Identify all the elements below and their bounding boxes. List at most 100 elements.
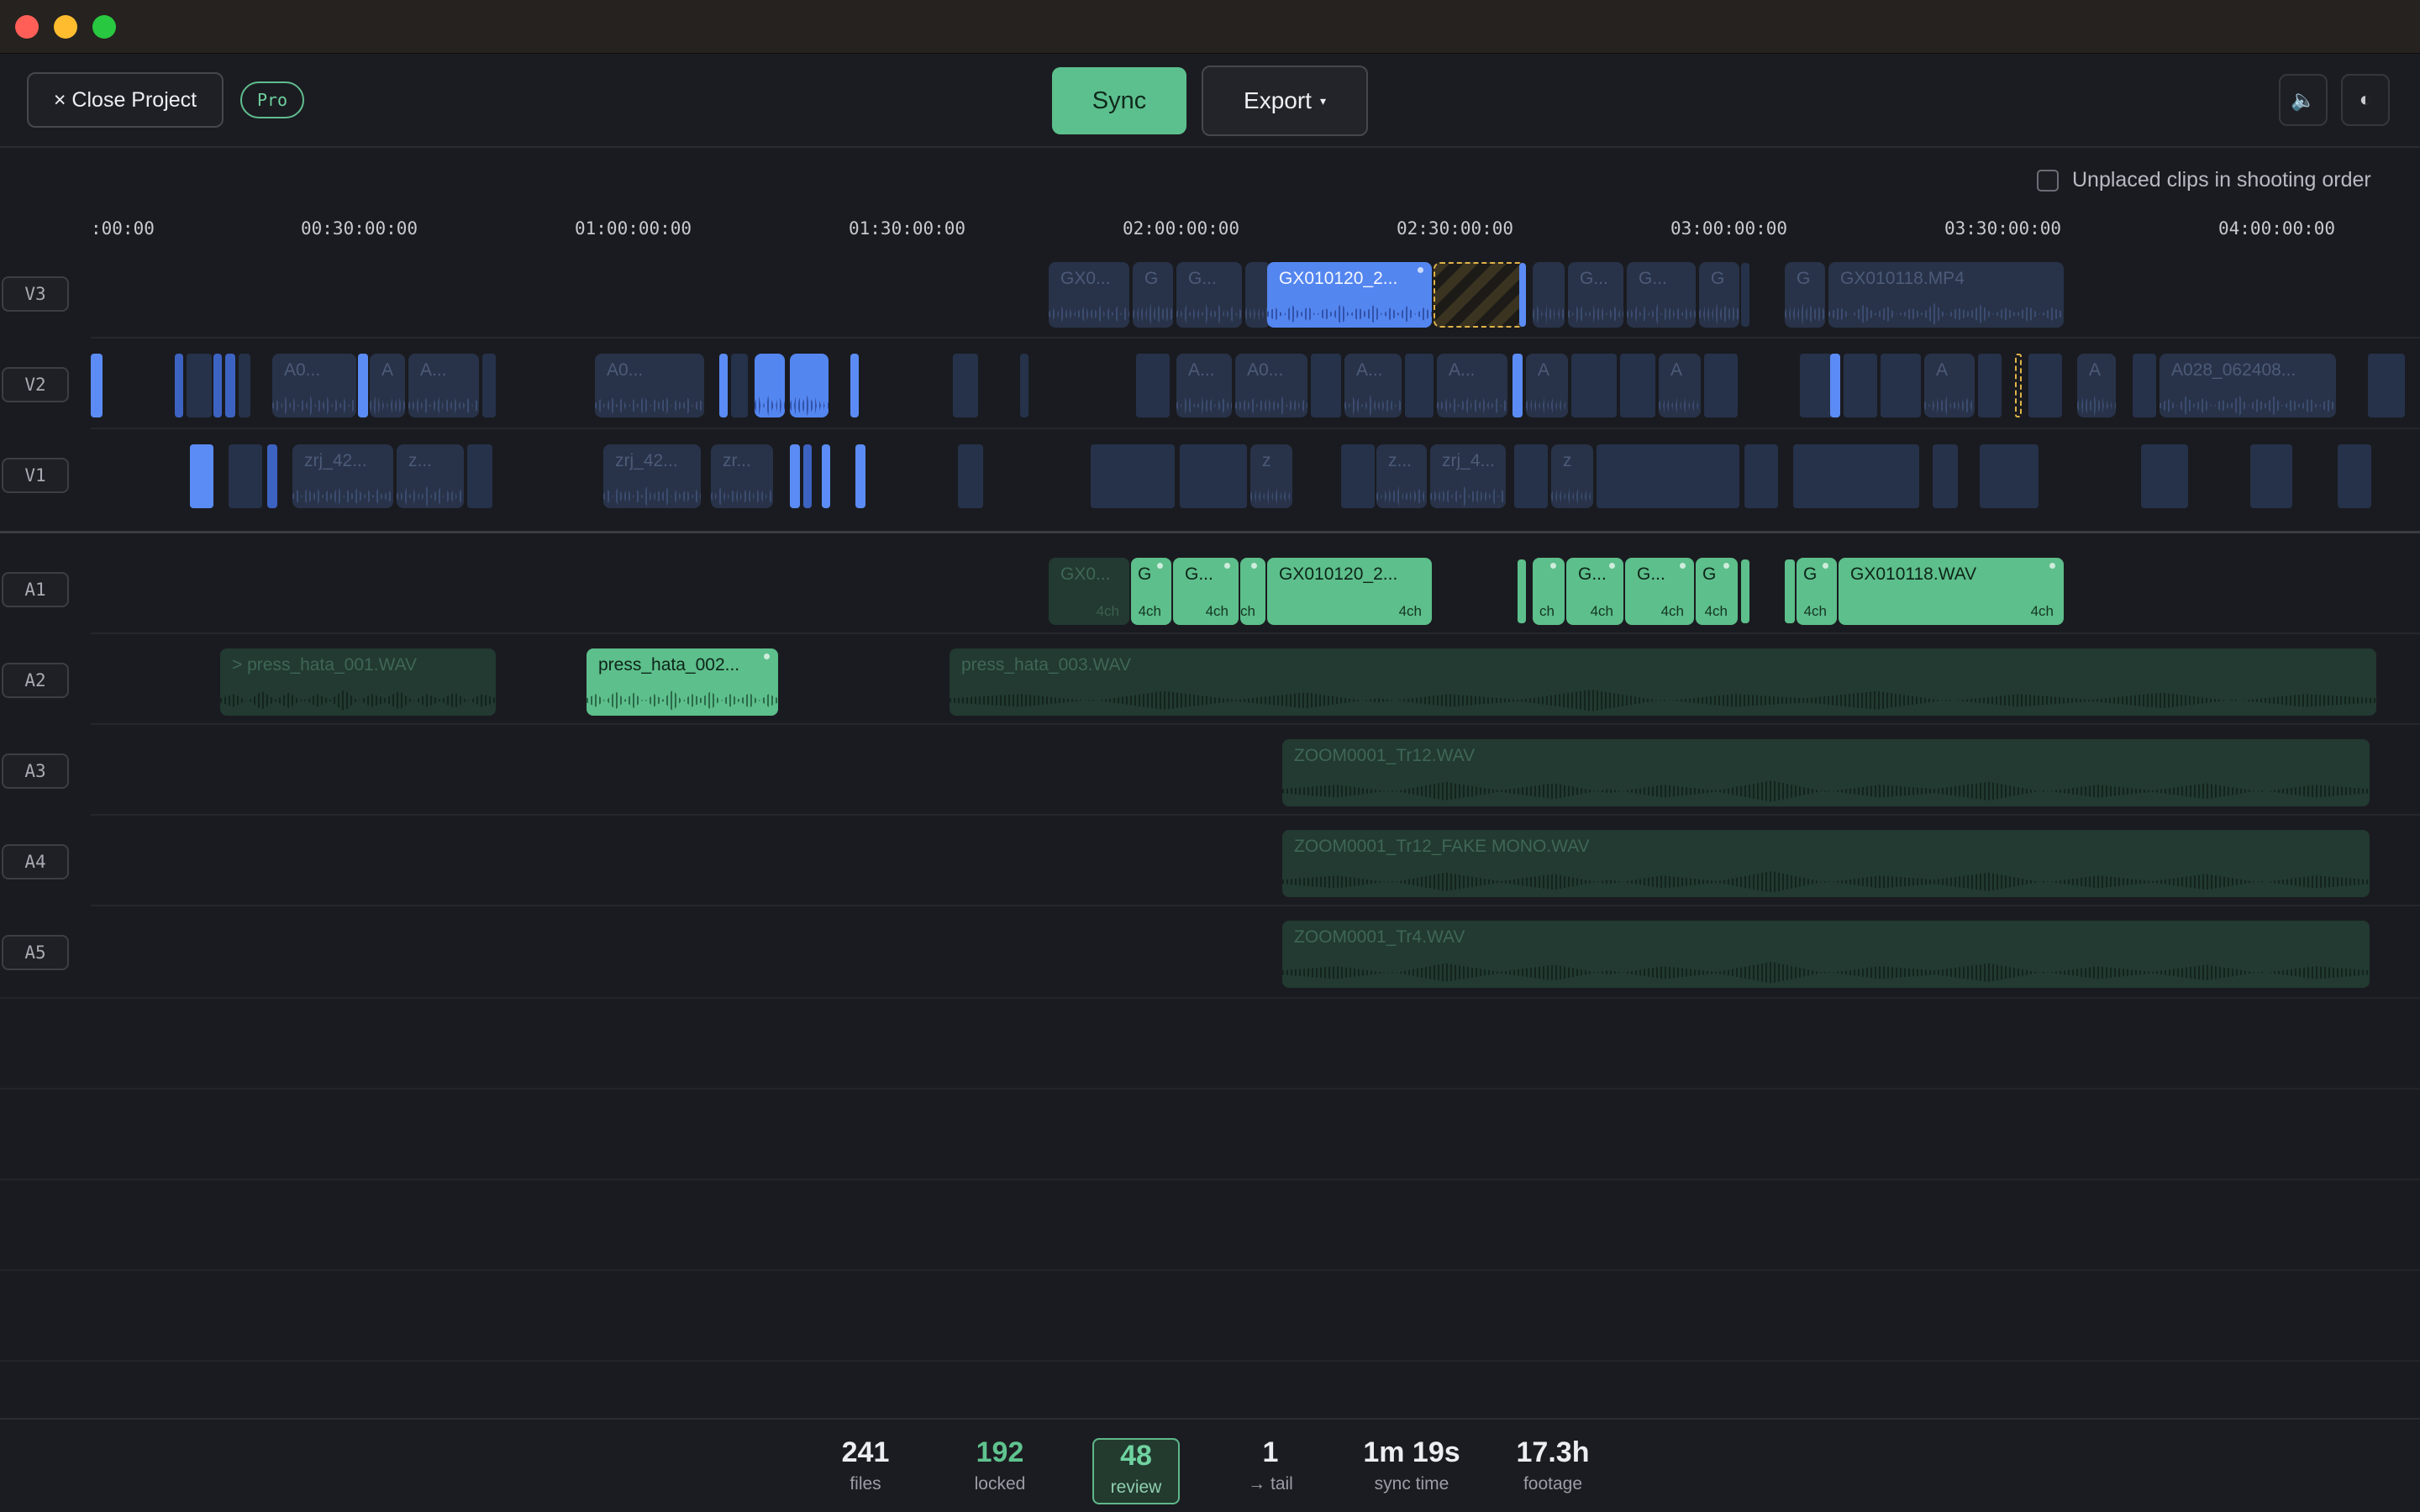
- video-clip[interactable]: A: [1924, 354, 1975, 417]
- video-clip[interactable]: [187, 354, 212, 417]
- video-clip[interactable]: G: [1699, 262, 1739, 328]
- video-clip[interactable]: zrj_42...: [292, 444, 393, 508]
- video-clip[interactable]: [731, 354, 748, 417]
- video-clip[interactable]: A0...: [1235, 354, 1307, 417]
- video-clip[interactable]: [1020, 354, 1028, 417]
- video-clip[interactable]: [1136, 354, 1170, 417]
- video-clip[interactable]: zrj_42...: [603, 444, 701, 508]
- video-clip[interactable]: [239, 354, 250, 417]
- video-clip[interactable]: A...: [1344, 354, 1402, 417]
- video-clip[interactable]: [1793, 444, 1919, 508]
- stat-review[interactable]: 48 review: [1092, 1438, 1180, 1504]
- audio-clip[interactable]: press_hata_002...: [587, 648, 778, 716]
- track-label-a5[interactable]: A5: [2, 935, 69, 970]
- selected-video-clip[interactable]: GX010120_2...: [1267, 262, 1432, 328]
- audio-clip[interactable]: [1518, 559, 1526, 623]
- video-clip[interactable]: [91, 354, 103, 417]
- video-clip[interactable]: A...: [1437, 354, 1507, 417]
- video-clip[interactable]: [2028, 354, 2062, 417]
- export-button[interactable]: Export ▾: [1202, 66, 1368, 136]
- zoom-window-button[interactable]: [92, 15, 116, 39]
- video-clip[interactable]: [1881, 354, 1921, 417]
- video-clip[interactable]: [225, 354, 235, 417]
- video-clip[interactable]: A0...: [595, 354, 704, 417]
- video-clip[interactable]: [1519, 263, 1526, 327]
- video-clip[interactable]: z...: [1376, 444, 1427, 508]
- video-clip[interactable]: [790, 354, 829, 417]
- video-clip[interactable]: G...: [1176, 262, 1242, 328]
- audio-clip[interactable]: ZOOM0001_Tr12_FAKE MONO.WAV: [1282, 830, 2370, 897]
- video-clip[interactable]: G...: [1568, 262, 1623, 328]
- video-clip[interactable]: [1844, 354, 1877, 417]
- video-clip[interactable]: [1311, 354, 1341, 417]
- video-clip[interactable]: zrj_4...: [1430, 444, 1506, 508]
- video-clip[interactable]: [1091, 444, 1175, 508]
- video-clip[interactable]: A: [370, 354, 405, 417]
- conflict-region[interactable]: [1434, 262, 1526, 328]
- video-clip[interactable]: [1980, 444, 2039, 508]
- video-clip[interactable]: A0...: [272, 354, 356, 417]
- video-clip[interactable]: [267, 444, 277, 508]
- video-clip[interactable]: [1512, 354, 1523, 417]
- video-clip[interactable]: [1405, 354, 1434, 417]
- video-clip[interactable]: [358, 354, 368, 417]
- track-label-v1[interactable]: V1: [2, 458, 69, 493]
- video-clip[interactable]: G: [1133, 262, 1173, 328]
- audio-clip[interactable]: G... 4ch: [1173, 558, 1239, 625]
- video-clip[interactable]: [1533, 262, 1565, 328]
- video-clip[interactable]: G: [1785, 262, 1825, 328]
- audio-clip[interactable]: ch: [1240, 558, 1265, 625]
- video-clip[interactable]: [1800, 354, 1833, 417]
- video-clip[interactable]: zr...: [711, 444, 773, 508]
- audio-clip[interactable]: G 4ch: [1696, 558, 1738, 625]
- video-clip[interactable]: GX0...: [1049, 262, 1129, 328]
- video-clip[interactable]: GX010118.MP4: [1828, 262, 2064, 328]
- video-clip[interactable]: [482, 354, 496, 417]
- video-clip[interactable]: [2133, 354, 2156, 417]
- audio-clip[interactable]: GX010118.WAV 4ch: [1839, 558, 2064, 625]
- video-clip[interactable]: A028_062408...: [2160, 354, 2336, 417]
- offset-marker[interactable]: [2015, 354, 2022, 417]
- theme-toggle-button[interactable]: ◐: [2341, 74, 2390, 126]
- video-clip[interactable]: [822, 444, 830, 508]
- track-label-a2[interactable]: A2: [2, 663, 69, 698]
- sync-button[interactable]: Sync: [1052, 67, 1186, 134]
- video-clip[interactable]: [1620, 354, 1655, 417]
- video-clip[interactable]: [953, 354, 978, 417]
- video-clip[interactable]: [1180, 444, 1247, 508]
- audio-clip[interactable]: [1741, 559, 1749, 623]
- audio-toggle-button[interactable]: 🔈: [2279, 74, 2328, 126]
- audio-clip[interactable]: ZOOM0001_Tr12.WAV: [1282, 739, 2370, 806]
- audio-clip[interactable]: GX0... 4ch: [1049, 558, 1129, 625]
- video-clip[interactable]: [1744, 444, 1778, 508]
- video-clip[interactable]: [719, 354, 728, 417]
- video-clip[interactable]: [855, 444, 865, 508]
- track-label-a4[interactable]: A4: [2, 844, 69, 879]
- video-clip[interactable]: [1341, 444, 1375, 508]
- video-clip[interactable]: [2338, 444, 2371, 508]
- audio-clip[interactable]: G 4ch: [1797, 558, 1837, 625]
- video-clip[interactable]: [850, 354, 859, 417]
- video-clip[interactable]: [1704, 354, 1738, 417]
- track-label-a3[interactable]: A3: [2, 753, 69, 789]
- audio-clip[interactable]: G... 4ch: [1625, 558, 1694, 625]
- video-clip[interactable]: A...: [1176, 354, 1232, 417]
- stat-locked[interactable]: 192 locked: [958, 1436, 1042, 1494]
- video-clip[interactable]: [213, 354, 222, 417]
- close-window-button[interactable]: [15, 15, 39, 39]
- audio-clip[interactable]: ZOOM0001_Tr4.WAV: [1282, 921, 2370, 988]
- video-clip[interactable]: [2141, 444, 2188, 508]
- video-clip[interactable]: [1978, 354, 2002, 417]
- video-clip[interactable]: [467, 444, 492, 508]
- unplaced-clips-option[interactable]: Unplaced clips in shooting order: [2037, 168, 2371, 192]
- video-clip[interactable]: [958, 444, 983, 508]
- audio-clip[interactable]: > press_hata_001.WAV: [220, 648, 496, 716]
- close-project-button[interactable]: × Close Project: [27, 72, 224, 128]
- stat-tail[interactable]: 1 → tail: [1228, 1436, 1313, 1494]
- video-clip[interactable]: [229, 444, 262, 508]
- audio-clip[interactable]: GX010120_2... 4ch: [1267, 558, 1432, 625]
- video-clip[interactable]: G...: [1627, 262, 1696, 328]
- unplaced-clips-checkbox[interactable]: [2037, 169, 2059, 192]
- video-clip[interactable]: z...: [397, 444, 464, 508]
- video-clip[interactable]: [190, 444, 213, 508]
